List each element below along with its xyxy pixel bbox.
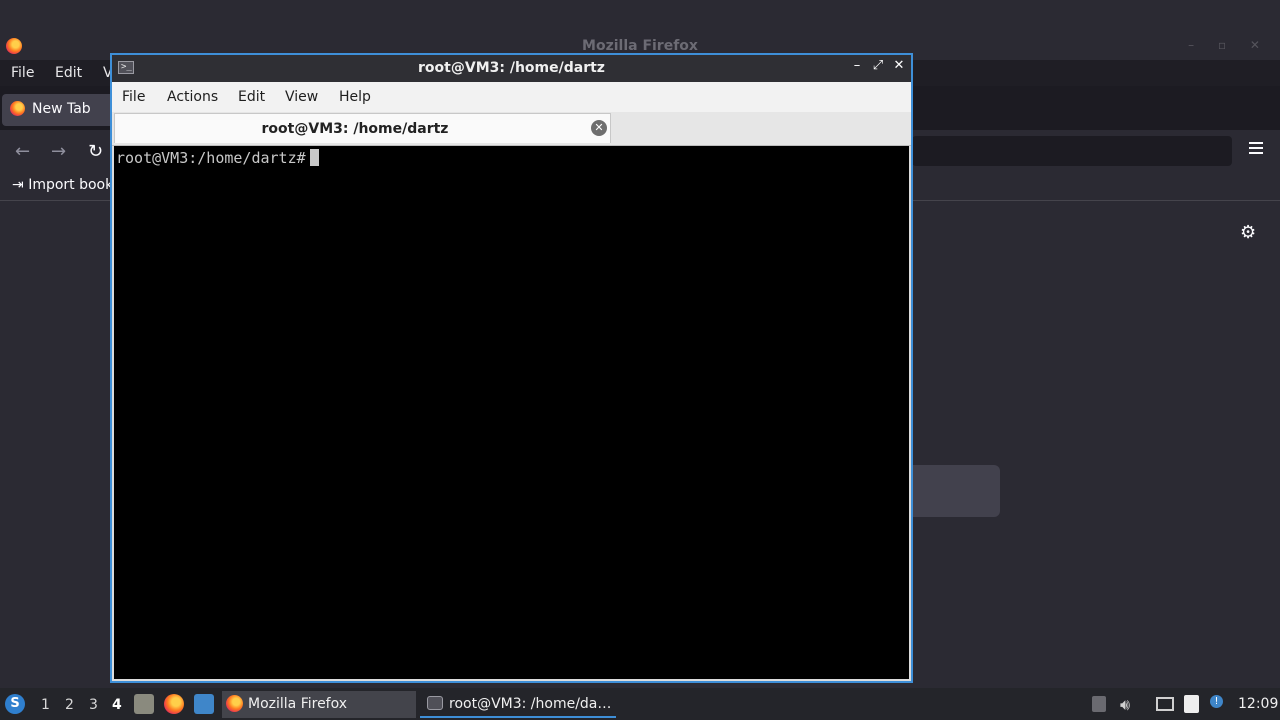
desktop-icon[interactable] [194, 694, 214, 714]
terminal-window: >_ root@VM3: /home/dartz – ⤢ ✕ File Acti… [110, 53, 913, 683]
tab-close-icon[interactable]: ✕ [591, 120, 607, 136]
terminal-tabbar: root@VM3: /home/dartz ✕ [112, 112, 911, 146]
network-icon[interactable] [1156, 697, 1174, 711]
terminal-cursor [309, 149, 319, 166]
clock[interactable]: 12:09 [1238, 696, 1278, 712]
terminal-screen[interactable]: root@VM3:/home/dartz# [114, 146, 909, 679]
back-arrow-icon[interactable]: ← [15, 141, 30, 162]
taskbar-task-firefox-label: Mozilla Firefox [248, 696, 348, 712]
forward-arrow-icon[interactable]: → [51, 141, 66, 162]
firefox-task-icon [226, 695, 243, 712]
clipboard-icon[interactable] [1184, 695, 1199, 713]
workspace-3[interactable]: 3 [89, 697, 98, 713]
firefox-tab-icon [10, 101, 25, 116]
firefox-window-title: Mozilla Firefox [582, 38, 698, 54]
firefox-url-bar[interactable] [912, 136, 1232, 166]
terminal-prompt-line: root@VM3:/home/dartz# [116, 149, 319, 167]
terminal-menu-file[interactable]: File [122, 89, 145, 105]
firefox-menu-edit[interactable]: Edit [55, 65, 82, 81]
taskbar [0, 688, 1280, 720]
firefox-tab-label[interactable]: New Tab [32, 101, 91, 117]
hamburger-menu-icon[interactable] [1249, 142, 1263, 154]
terminal-menu-edit[interactable]: Edit [238, 89, 265, 105]
terminal-prompt: root@VM3:/home/dartz# [116, 149, 306, 167]
close-icon[interactable]: ✕ [891, 58, 907, 73]
volume-icon[interactable]: 🔊︎ [1120, 695, 1130, 715]
firefox-search-box[interactable] [912, 465, 1000, 517]
terminal-tab[interactable]: root@VM3: /home/dartz ✕ [114, 113, 611, 143]
terminal-menu-view[interactable]: View [285, 89, 318, 105]
import-bookmarks-label: Import book [28, 177, 114, 193]
maximize-icon[interactable]: ⤢ [870, 58, 886, 73]
reload-icon[interactable]: ↻ [88, 141, 103, 162]
terminal-menu-actions[interactable]: Actions [167, 89, 218, 105]
start-menu-icon[interactable]: S [5, 694, 25, 714]
terminal-titlebar[interactable]: >_ root@VM3: /home/dartz – ⤢ ✕ [112, 55, 911, 82]
minimize-icon[interactable]: – [849, 58, 865, 73]
file-manager-icon[interactable] [134, 694, 154, 714]
firefox-launcher-icon[interactable] [164, 694, 184, 714]
firefox-window-controls[interactable]: – ▫ ✕ [1188, 38, 1270, 52]
import-bookmarks-icon: ⇥ [12, 177, 24, 193]
gear-icon[interactable]: ⚙ [1240, 222, 1256, 243]
terminal-menubar: File Actions Edit View Help [112, 82, 911, 112]
workspace-1[interactable]: 1 [41, 697, 50, 713]
terminal-tab-label: root@VM3: /home/dartz [261, 121, 449, 137]
import-bookmarks-button[interactable]: ⇥ Import book [12, 177, 113, 193]
taskbar-task-terminal-label: root@VM3: /home/da… [449, 696, 612, 712]
firefox-menu-file[interactable]: File [11, 65, 34, 81]
workspace-2[interactable]: 2 [65, 697, 74, 713]
workspace-4[interactable]: 4 [112, 697, 122, 713]
terminal-window-title: root@VM3: /home/dartz [418, 60, 605, 76]
notification-icon[interactable]: ! [1210, 695, 1223, 708]
terminal-menu-help[interactable]: Help [339, 89, 371, 105]
tray-up-arrow-icon[interactable] [1092, 696, 1106, 712]
terminal-task-icon [427, 696, 443, 710]
